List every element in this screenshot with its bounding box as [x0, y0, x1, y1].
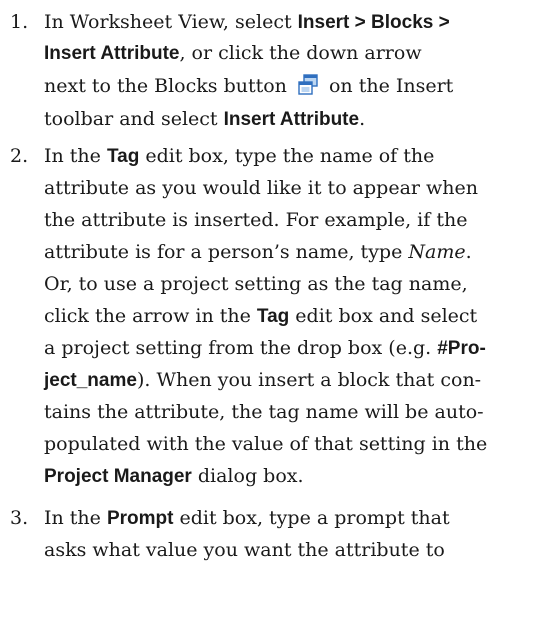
step-line: In the Tag edit box, type the name of th… — [44, 145, 435, 167]
step-line: next to the Blocks button on the Insert — [44, 74, 454, 97]
step-number: 3. — [10, 507, 29, 529]
instruction-document: 1. In Worksheet View, select Insert > Bl… — [0, 0, 555, 630]
step-line: Insert Attribute, or click the down arro… — [44, 42, 422, 64]
step-number: 2. — [10, 145, 29, 167]
step-line: attribute as you would like it to appear… — [44, 177, 479, 199]
step-line: a project setting from the drop box (e.g… — [44, 337, 486, 359]
step-line: Or, to use a project setting as the tag … — [44, 273, 468, 295]
step-number: 1. — [10, 11, 29, 33]
step-line: populated with the value of that setting… — [44, 433, 488, 455]
step-line: attribute is for a person’s name, type N… — [44, 241, 472, 263]
step-line: asks what value you want the attribute t… — [44, 539, 445, 561]
step-line: ject_name). When you insert a block that… — [44, 369, 482, 391]
step-line: In the Prompt edit box, type a prompt th… — [44, 507, 450, 529]
step-line: In Worksheet View, select Insert > Block… — [44, 11, 450, 33]
step-line: Project Manager dialog box. — [44, 465, 304, 487]
step-line: tains the attribute, the tag name will b… — [44, 401, 484, 423]
step-line: click the arrow in the Tag edit box and … — [44, 305, 478, 327]
step-line: the attribute is inserted. For example, … — [44, 209, 468, 231]
step-line: toolbar and select Insert Attribute. — [44, 108, 366, 130]
blocks-icon — [297, 74, 319, 96]
